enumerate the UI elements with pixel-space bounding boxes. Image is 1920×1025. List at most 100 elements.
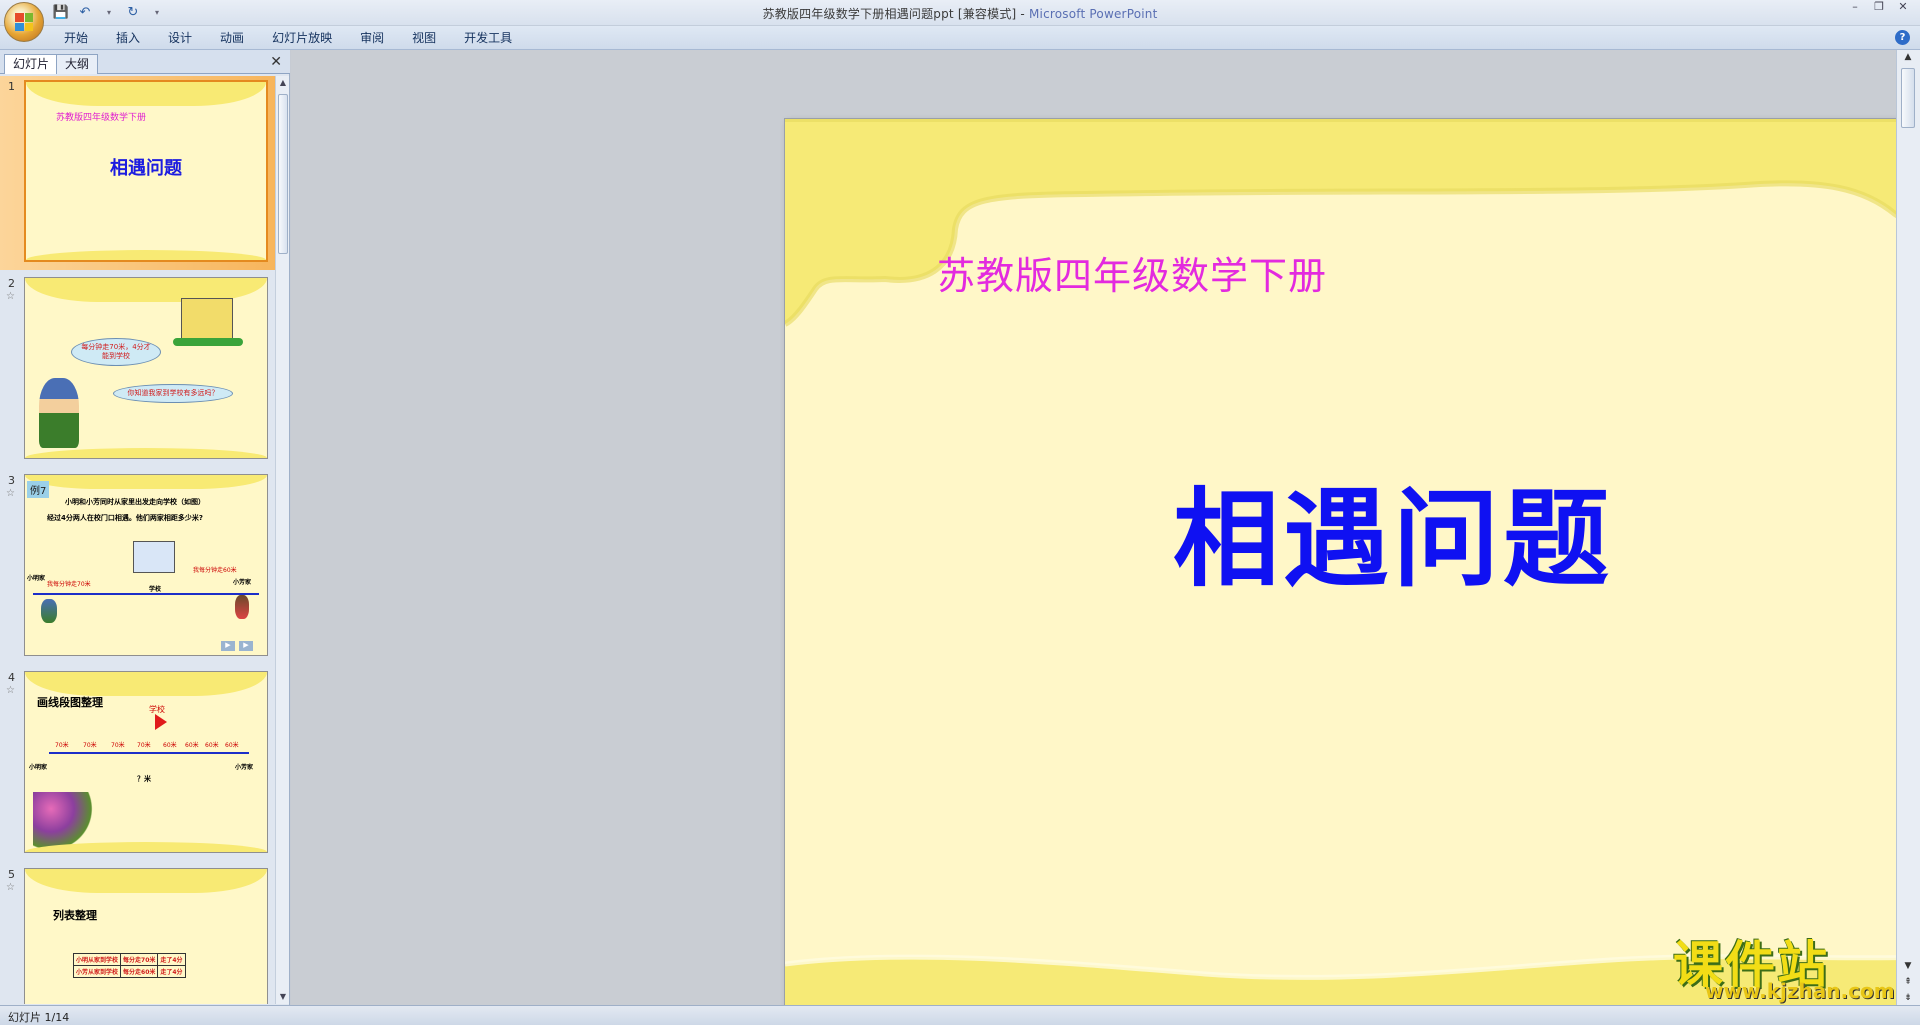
xiaoming-home-label: 小明家 [29, 764, 48, 771]
speed-right-label: 我每分钟走60米 [193, 567, 237, 574]
next-arrow-icon-2: ▶ [239, 641, 253, 651]
table-cell: 每分走70米 [120, 953, 159, 966]
thumbnail-list: 1 苏教版四年级数学下册 相遇问题 2 ☆ 每分钟走70米，4分才能到学校 你知… [0, 76, 276, 1004]
tab-insert[interactable]: 插入 [102, 30, 154, 46]
slide-2-preview: 每分钟走70米，4分才能到学校 你知道我家到学校有多远吗？ [24, 277, 268, 459]
cloud-border [25, 475, 267, 489]
next-arrow-icon: ▶ [221, 641, 235, 651]
tab-developer[interactable]: 开发工具 [450, 30, 526, 46]
animation-star-icon: ☆ [6, 882, 15, 893]
thumbnail-slide-2[interactable]: 2 ☆ 每分钟走70米，4分才能到学校 你知道我家到学校有多远吗？ [0, 273, 276, 467]
office-logo-icon [15, 13, 33, 31]
slide-counter: 幻灯片 1/14 [8, 1011, 70, 1024]
tab-outline[interactable]: 大纲 [56, 54, 99, 74]
slide-title[interactable]: 相遇问题 [785, 453, 1920, 607]
grass-icon [173, 338, 243, 346]
animation-star-icon: ☆ [6, 685, 15, 696]
speed-left-label: 我每分钟走70米 [47, 581, 91, 588]
school-flag-icon [155, 714, 167, 730]
segment-70: 70米 [55, 742, 69, 749]
table-row: 小明从家到学校 每分走70米 走了4分 [72, 953, 186, 966]
route-line [33, 593, 259, 595]
slide-number: 2 [8, 277, 15, 290]
scroll-down-icon[interactable]: ▼ [276, 990, 290, 1004]
slide-5-preview: 列表整理 小明从家到学校 每分走70米 走了4分 小芳从家到学校 每分走60米 … [24, 868, 268, 1004]
slide-number: 3 [8, 474, 15, 487]
animation-star-icon: ☆ [6, 488, 15, 499]
segment-70: 70米 [137, 742, 151, 749]
segment-70: 70米 [111, 742, 125, 749]
xiaofang-home-label: 小芳家 [235, 764, 254, 771]
panel-close-icon[interactable]: ✕ [270, 54, 282, 70]
help-icon[interactable]: ? [1895, 30, 1910, 45]
slide-number: 1 [8, 80, 15, 93]
thumb-subtitle: 苏教版四年级数学下册 [56, 113, 147, 123]
school-building-icon [133, 541, 175, 573]
school-label: 学校 [149, 586, 162, 593]
thumbnail-slide-5[interactable]: 5 ☆ 列表整理 小明从家到学校 每分走70米 走了4分 小芳从家到学校 每分走… [0, 864, 276, 1004]
tab-animations[interactable]: 动画 [206, 30, 258, 46]
minimize-button[interactable]: – [1844, 0, 1866, 14]
watermark-logo: 课件站 www.kjzhan.com [1665, 925, 1905, 1005]
thumb-heading: 列表整理 [53, 909, 97, 922]
slide-3-preview: 例7 小明和小芳同时从家里出发走向学校（如图） 经过4分两人在校门口相遇。他们两… [24, 474, 268, 656]
app-name: Microsoft PowerPoint [1028, 7, 1158, 21]
slide-subtitle[interactable]: 苏教版四年级数学下册 [937, 245, 1327, 300]
segment-70: 70米 [83, 742, 97, 749]
thumb-title: 相遇问题 [110, 158, 182, 179]
example-label: 例7 [27, 481, 50, 498]
problem-line-1: 小明和小芳同时从家里出发走向学校（如图） [65, 498, 205, 506]
segment-60: 60米 [205, 742, 219, 749]
current-slide[interactable]: 苏教版四年级数学下册 相遇问题 [784, 118, 1920, 1025]
table-cell: 走了4分 [157, 965, 186, 978]
xiaofang-home-label: 小芳家 [233, 579, 252, 586]
flower-decoration-icon [33, 792, 93, 848]
watermark-url: www.kjzhan.com [1705, 979, 1895, 1003]
slide-4-preview: 画线段图整理 学校 70米 70米 70米 70米 60米 60米 60米 60… [24, 671, 268, 853]
scroll-up-icon[interactable]: ▲ [276, 76, 290, 90]
cloud-border-bottom [26, 250, 266, 260]
thumbnail-slide-4[interactable]: 4 ☆ 画线段图整理 学校 70米 70米 70米 70米 60米 60米 60… [0, 667, 276, 861]
thumbnail-slide-3[interactable]: 3 ☆ 例7 小明和小芳同时从家里出发走向学校（如图） 经过4分两人在校门口相遇… [0, 470, 276, 664]
close-button[interactable]: ✕ [1892, 0, 1914, 14]
tab-review[interactable]: 审阅 [346, 30, 398, 46]
tab-view[interactable]: 视图 [398, 30, 450, 46]
ribbon-tabs: 开始 插入 设计 动画 幻灯片放映 审阅 视图 开发工具 [50, 30, 526, 46]
slide-scrollbar[interactable]: ▲ ▼ ⇞ ⇟ [1896, 50, 1920, 1005]
slide-number: 4 [8, 671, 15, 684]
tab-design[interactable]: 设计 [154, 30, 206, 46]
table-row: 小芳从家到学校 每分走60米 走了4分 [72, 965, 186, 978]
unknown-distance-label: ？米 [137, 775, 151, 783]
ribbon: 开始 插入 设计 动画 幻灯片放映 审阅 视图 开发工具 ? [0, 26, 1920, 50]
tab-slide-show[interactable]: 幻灯片放映 [258, 30, 346, 46]
tab-slides[interactable]: 幻灯片 [4, 54, 59, 74]
segment-60: 60米 [225, 742, 239, 749]
panel-scroll-thumb[interactable] [278, 94, 288, 254]
boy-character-icon [39, 378, 79, 448]
problem-line-2: 经过4分两人在校门口相遇。他们两家相距多少米? [47, 514, 203, 522]
girl-icon [235, 595, 249, 619]
table-cell: 小明从家到学校 [72, 953, 122, 966]
powerpoint-window: { "window": { "title": "苏教版四年级数学下册相遇问题pp… [0, 0, 1920, 1025]
window-title: 苏教版四年级数学下册相遇问题ppt [兼容模式] - Microsoft Pow… [0, 5, 1920, 22]
tab-home[interactable]: 开始 [50, 30, 102, 46]
segment-line [49, 752, 249, 754]
thumbnail-slide-1[interactable]: 1 苏教版四年级数学下册 相遇问题 [0, 76, 276, 270]
status-bar: 幻灯片 1/14 [0, 1005, 1920, 1025]
slide-scroll-thumb[interactable] [1901, 68, 1915, 128]
panel-scrollbar[interactable]: ▲ ▼ [275, 76, 289, 1004]
slides-panel: 幻灯片 大纲 ✕ 1 苏教版四年级数学下册 相遇问题 2 ☆ 每分钟走70米，4… [0, 50, 290, 1005]
office-button[interactable] [4, 2, 44, 42]
speech-bubble-1: 每分钟走70米，4分才能到学校 [71, 338, 161, 366]
segment-60: 60米 [163, 742, 177, 749]
slide-number: 5 [8, 868, 15, 881]
panel-tabs: 幻灯片 大纲 ✕ [0, 50, 290, 74]
restore-button[interactable]: ❐ [1868, 0, 1890, 14]
title-bar: 💾 ↶ ▾ ↻ ▾ 苏教版四年级数学下册相遇问题ppt [兼容模式] - Mic… [0, 0, 1920, 42]
table-cell: 走了4分 [157, 953, 186, 966]
table-cell: 每分走60米 [120, 965, 159, 978]
scroll-up-icon[interactable]: ▲ [1900, 52, 1916, 62]
xiaoming-home-label: 小明家 [27, 575, 46, 582]
document-title: 苏教版四年级数学下册相遇问题ppt [兼容模式] - [762, 7, 1029, 21]
data-table: 小明从家到学校 每分走70米 走了4分 小芳从家到学校 每分走60米 走了4分 [72, 953, 186, 978]
